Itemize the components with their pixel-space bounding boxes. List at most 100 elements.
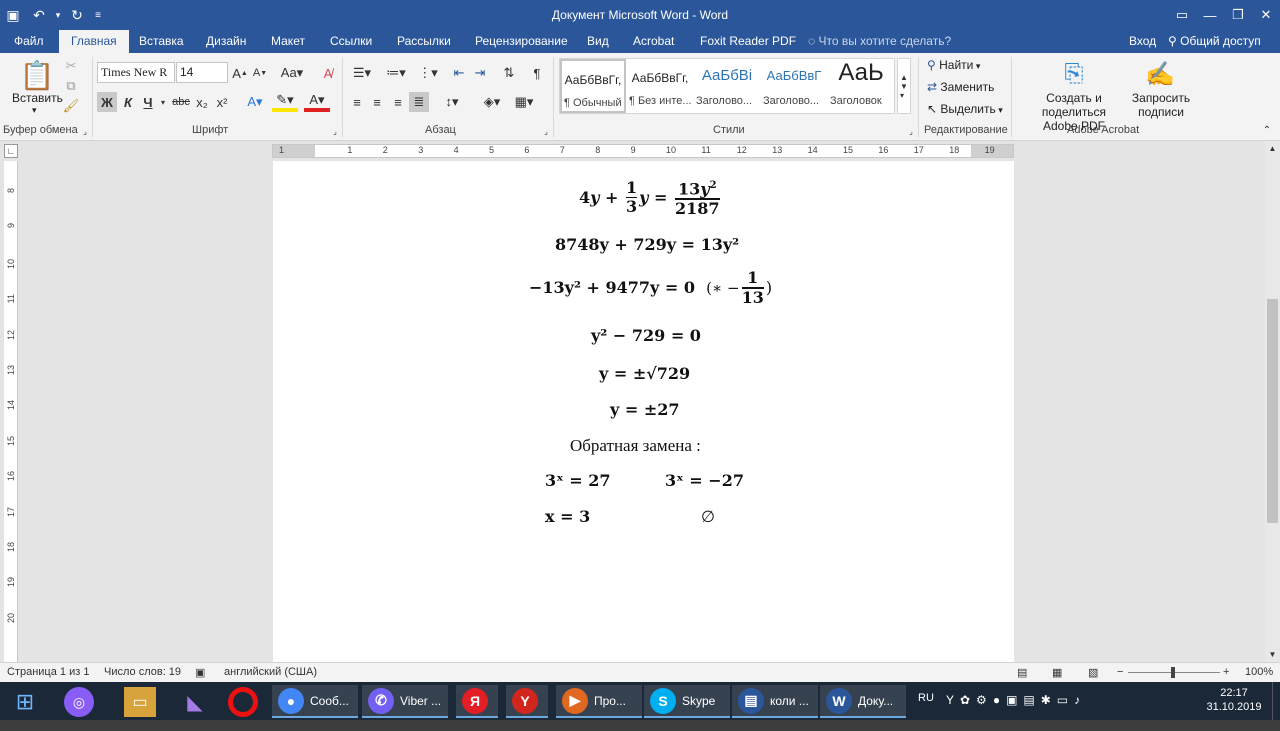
paste-dropdown-icon[interactable]: ▾ [32,105,37,116]
request-signature-icon[interactable]: ✍ [1145,59,1175,89]
grow-font-icon[interactable]: A ▲ [231,63,249,83]
taskbar-app[interactable]: ▶ Про... [556,685,642,718]
taskbar-app[interactable]: S Skype [644,685,730,718]
align-right-icon[interactable]: ≡ [389,92,407,112]
style-heading-1[interactable]: АаБбВі Заголово... [694,59,760,113]
sign-in-link[interactable]: Вход [1129,30,1156,53]
taskbar-app[interactable]: W Доку... [820,685,906,718]
tab-view[interactable]: Вид [587,30,609,53]
undo-dropdown-icon[interactable]: ▾ [52,0,64,30]
justify-icon[interactable]: ≣ [409,92,429,112]
change-case-icon[interactable]: Aa▾ [278,63,306,83]
text-effects-icon[interactable]: A▾ [242,92,268,112]
shading-icon[interactable]: ◈▾ [478,92,506,112]
font-size-dropdown[interactable]: 14 [176,62,228,83]
styles-launcher-icon[interactable]: ⌟ [906,126,916,136]
save-icon[interactable]: ▣ [0,0,26,30]
line-spacing-icon[interactable]: ↕▾ [438,92,466,112]
superscript-button[interactable]: x² [213,92,231,112]
style-title[interactable]: АаЬ Заголовок [828,59,894,113]
find-button[interactable]: ⚲ Найти ▾ [927,58,980,72]
horizontal-ruler[interactable]: 1 1 2 3 4 5 6 7 8 9 10 11 12 13 14 15 16 17 18 19 [272,144,1014,158]
show-desktop-button[interactable] [1272,682,1280,720]
file-explorer-icon[interactable]: ▭ [124,687,156,717]
numbering-icon[interactable]: ≔▾ [382,63,410,83]
underline-button[interactable]: Ч [139,92,157,112]
start-button-icon[interactable]: ⊞ [8,685,42,718]
vertical-ruler[interactable]: 8 9 10 11 12 13 14 15 16 17 18 19 20 [4,161,18,662]
scroll-up-icon[interactable]: ▲ [1265,141,1280,156]
multilevel-list-icon[interactable]: ⋮▾ [414,63,442,83]
web-layout-icon[interactable]: ▧ [1088,666,1098,679]
decrease-indent-icon[interactable]: ⇤ [450,63,468,83]
copy-icon[interactable]: ⧉ [62,77,80,95]
styles-scroll[interactable]: ▲ ▼ ▾ [897,58,911,114]
undo-icon[interactable]: ↶ [26,0,52,30]
font-color-icon[interactable]: A▾ [304,92,330,112]
read-mode-icon[interactable]: ▤ [1017,666,1027,679]
strikethrough-button[interactable]: abc [171,92,191,112]
zoom-out-icon[interactable]: − [1117,666,1123,678]
tab-references[interactable]: Ссылки [330,30,372,53]
document-page[interactable]: 4y + 13 y = 13y2 2187 8748y + 729y = 13y²… [273,161,1014,662]
input-language[interactable]: RU [918,692,934,730]
visual-studio-icon[interactable]: ◣ [180,687,210,717]
share-button[interactable]: ⚲ Общий доступ [1168,30,1261,53]
tell-me-box[interactable]: ◌ Что вы хотите сделать? [808,30,951,53]
word-count[interactable]: Число слов: 19 [104,666,181,678]
create-pdf-icon[interactable]: ⎘ [1060,59,1088,89]
restore-button[interactable]: ❐ [1224,0,1252,30]
tab-layout[interactable]: Макет [271,30,305,53]
style-normal[interactable]: АаБбВвГг, ¶ Обычный [560,59,626,113]
tab-mailings[interactable]: Рассылки [397,30,451,53]
zoom-in-icon[interactable]: + [1223,666,1229,678]
paste-icon[interactable]: 📋 [20,57,55,93]
align-left-icon[interactable]: ≡ [348,92,366,112]
opera-icon[interactable] [228,687,258,717]
proofing-icon[interactable]: ▣ [195,666,205,679]
taskbar-app[interactable]: Y [506,685,548,718]
print-layout-icon[interactable]: ▦ [1052,666,1062,679]
zoom-level[interactable]: 100% [1245,666,1273,678]
ribbon-display-options-icon[interactable]: ▭ [1168,0,1196,30]
paste-button-label[interactable]: Вставить [12,91,63,105]
style-heading-2[interactable]: АаБбВвГ Заголово... [761,59,827,113]
italic-button[interactable]: К [119,92,137,112]
borders-icon[interactable]: ▦▾ [510,92,538,112]
redo-icon[interactable]: ↻ [64,0,90,30]
clipboard-launcher-icon[interactable]: ⌟ [80,126,90,136]
minimize-button[interactable]: — [1196,0,1224,30]
sort-icon[interactable]: ⇅ [500,63,518,83]
tray-icons[interactable]: Y✿⚙●▣▤✱▭♪ [946,693,1086,731]
close-button[interactable]: ✕ [1252,0,1280,30]
underline-dropdown-icon[interactable]: ▾ [157,92,169,112]
customize-qat-icon[interactable]: ≡ [90,0,106,30]
taskbar-app[interactable]: ● Сооб... [272,685,358,718]
highlight-color-icon[interactable]: ✎▾ [272,92,298,112]
replace-button[interactable]: ⇄ Заменить [927,80,994,94]
bullets-icon[interactable]: ☰▾ [348,63,376,83]
tab-file[interactable]: Файл [14,30,44,53]
align-center-icon[interactable]: ≡ [368,92,386,112]
tab-acrobat[interactable]: Acrobat [633,30,674,53]
subscript-button[interactable]: x₂ [193,92,211,112]
request-signatures-button[interactable]: Запросить подписи [1130,91,1192,119]
collapse-ribbon-icon[interactable]: ⌃ [1260,123,1274,137]
tab-foxit[interactable]: Foxit Reader PDF [700,30,796,53]
vertical-scrollbar[interactable]: ▲ ▼ [1265,141,1280,662]
tab-insert[interactable]: Вставка [139,30,184,53]
scroll-thumb[interactable] [1267,299,1278,523]
clear-formatting-icon[interactable]: A̸ [318,63,338,83]
format-painter-icon[interactable]: 🖌 [62,97,80,115]
cut-icon[interactable]: ✂ [62,57,80,75]
language-indicator[interactable]: английский (США) [224,666,317,678]
zoom-thumb[interactable] [1171,667,1175,678]
taskbar-app[interactable]: ▤ коли ... [732,685,818,718]
paragraph-launcher-icon[interactable]: ⌟ [541,126,551,136]
shrink-font-icon[interactable]: A ▼ [251,63,269,83]
tab-home[interactable]: Главная [59,30,129,53]
alice-icon[interactable]: ◎ [64,687,94,717]
font-name-dropdown[interactable]: Times New R [97,62,175,83]
tab-review[interactable]: Рецензирование [475,30,568,53]
taskbar-app[interactable]: ✆ Viber ... [362,685,448,718]
